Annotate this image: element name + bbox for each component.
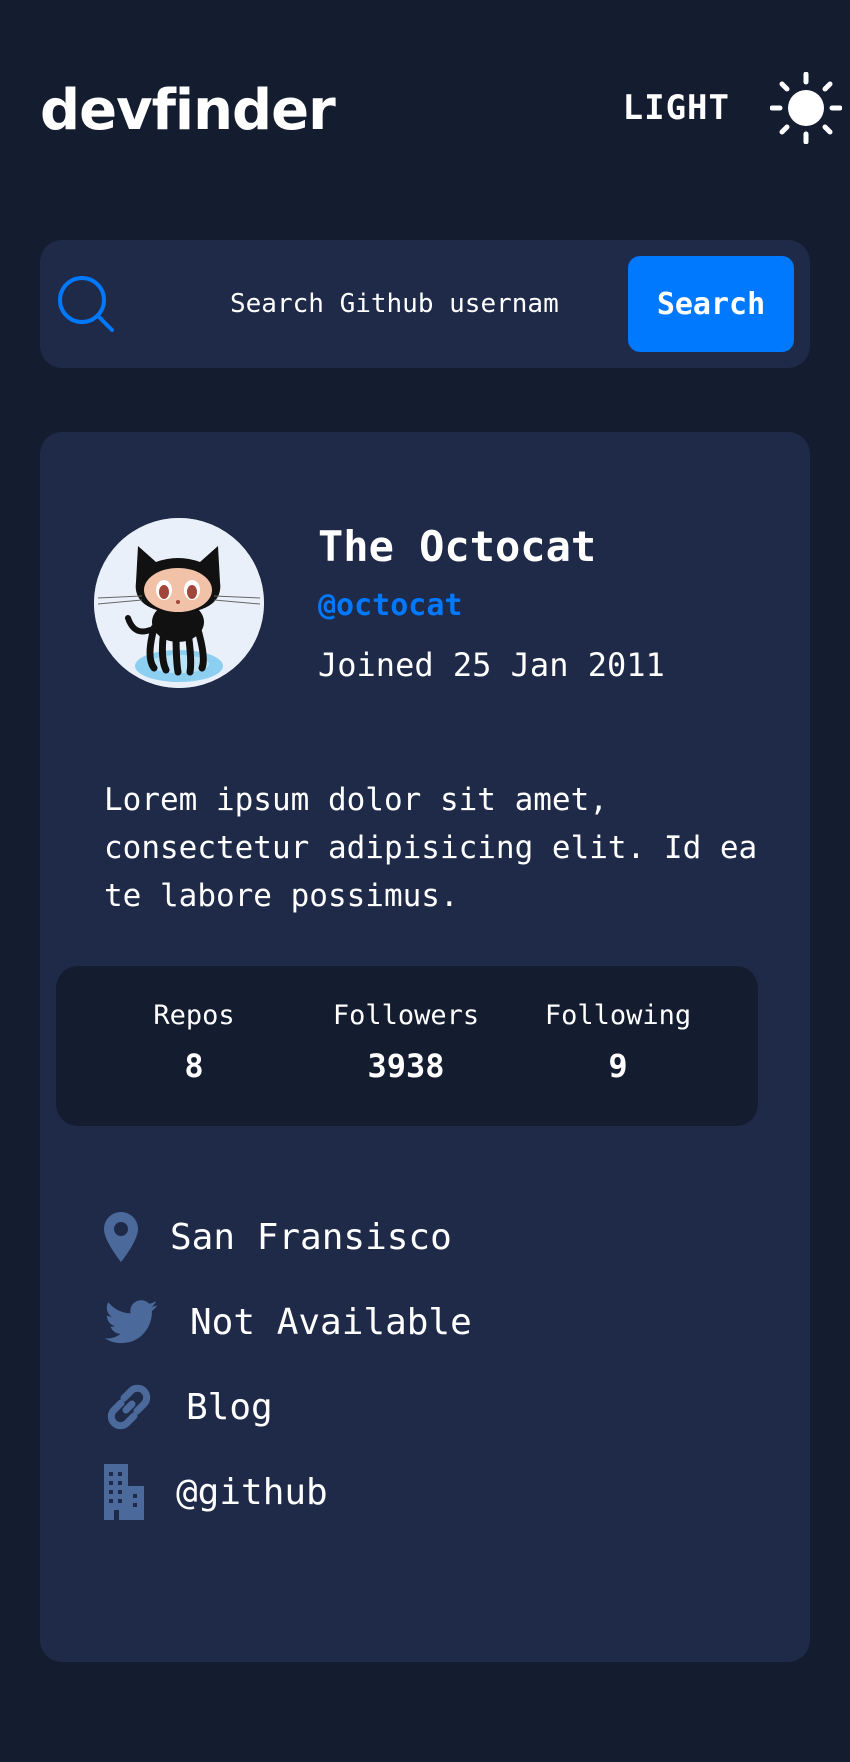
stat-following: Following 9 — [518, 1000, 718, 1085]
search-bar: Search — [40, 240, 810, 368]
join-date: Joined 25 Jan 2011 — [318, 646, 665, 684]
user-login-link[interactable]: @octocat — [318, 588, 463, 623]
avatar — [94, 518, 264, 688]
stat-followers: Followers 3938 — [306, 1000, 506, 1085]
search-input[interactable] — [190, 278, 640, 330]
twitter-row: Not Available — [104, 1300, 472, 1344]
blog-row: Blog — [104, 1382, 273, 1432]
stat-value: 9 — [608, 1047, 628, 1085]
search-button[interactable]: Search — [628, 256, 794, 352]
stats-panel: Repos 8 Followers 3938 Following 9 — [56, 966, 758, 1126]
location-pin-icon — [104, 1212, 138, 1262]
stat-label: Followers — [332, 1000, 480, 1031]
office-building-icon — [104, 1464, 144, 1520]
twitter-icon — [104, 1300, 158, 1344]
twitter-text: Not Available — [190, 1301, 472, 1343]
company-text: @github — [176, 1471, 328, 1513]
theme-toggle-label: LIGHT — [622, 88, 730, 128]
blog-link[interactable]: Blog — [186, 1387, 273, 1428]
stat-repos: Repos 8 — [94, 1000, 294, 1085]
theme-toggle-button[interactable]: LIGHT — [623, 72, 842, 144]
stat-value: 3938 — [367, 1047, 445, 1085]
location-text: San Fransisco — [170, 1216, 452, 1258]
profile-card: The Octocat @octocat Joined 25 Jan 2011 … — [40, 432, 810, 1662]
search-icon — [56, 274, 116, 338]
stat-value: 8 — [184, 1047, 204, 1085]
user-bio: Lorem ipsum dolor sit amet, consectetur … — [104, 782, 758, 914]
stat-label: Repos — [153, 1000, 235, 1031]
app-logo: devfinder — [40, 78, 336, 143]
company-row: @github — [104, 1464, 328, 1520]
user-name: The Octocat — [318, 522, 597, 571]
stat-label: Following — [544, 1000, 692, 1031]
sun-icon — [770, 72, 842, 144]
link-icon — [104, 1382, 154, 1432]
location-row: San Fransisco — [104, 1212, 452, 1262]
app-header: devfinder LIGHT — [40, 62, 842, 162]
